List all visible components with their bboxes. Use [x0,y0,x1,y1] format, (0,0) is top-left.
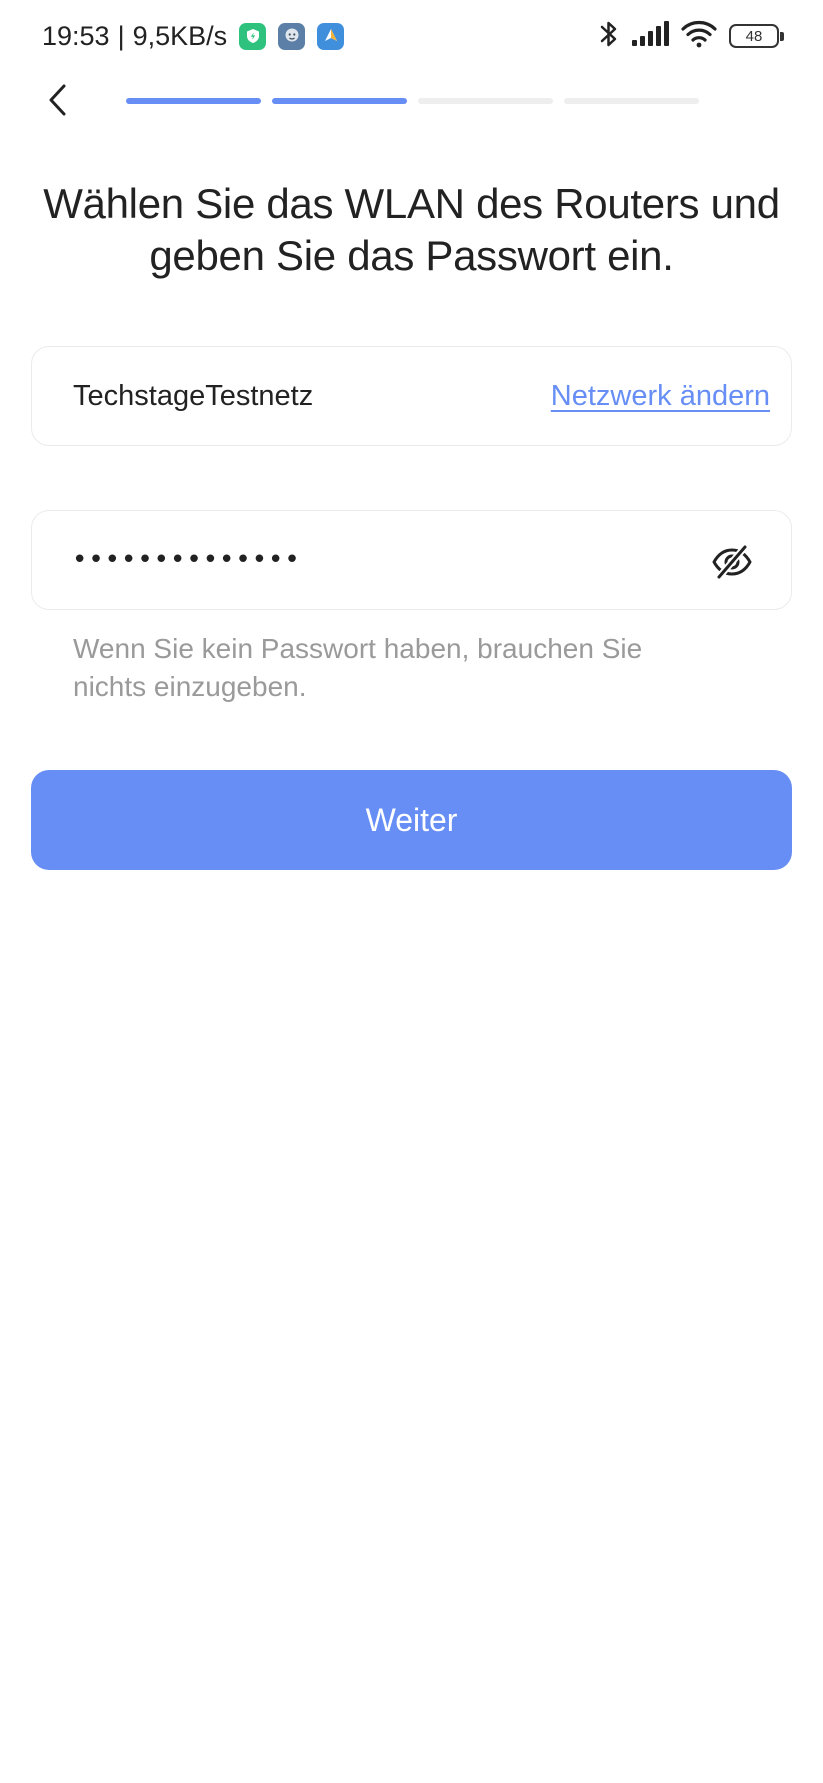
avatar-app-icon [278,22,306,50]
password-card [31,510,792,610]
navigation-app-icon [317,22,345,50]
password-input[interactable] [72,511,672,609]
progress-step-4 [564,98,699,104]
battery-level: 48 [745,27,763,45]
step-progress [126,98,699,104]
shield-app-icon [239,22,267,50]
password-hint: Wenn Sie kein Passwort haben, brauchen S… [73,633,643,702]
back-button[interactable] [36,78,80,122]
chevron-left-icon [49,84,66,116]
wifi-icon [681,20,717,53]
continue-button[interactable]: Weiter [31,770,792,870]
progress-step-2 [272,98,407,104]
progress-step-3 [418,98,553,104]
change-network-link[interactable]: Netzwerk ändern [551,347,770,445]
toggle-password-visibility-button[interactable] [709,539,755,585]
status-separator: | [117,20,125,51]
status-time: 19:53 [42,20,110,51]
signal-icon [631,20,669,52]
network-name: TechstageTestnetz [73,379,314,412]
status-left: 19:53 | 9,5KB/s [42,18,345,54]
eye-off-icon [712,543,752,581]
wifi-setup-screen: 19:53 | 9,5KB/s 48 Wählen Sie das WLAN d… [0,0,823,1783]
network-speed: 9,5KB/s [132,20,228,51]
status-bar: 19:53 | 9,5KB/s 48 [0,0,823,72]
progress-step-1 [126,98,261,104]
page-title: Wählen Sie das WLAN des Routers und gebe… [43,180,780,279]
network-card: TechstageTestnetz Netzwerk ändern [31,346,792,446]
bluetooth-icon [599,19,619,54]
battery-icon: 48 [729,24,784,48]
status-right: 48 [599,18,784,54]
